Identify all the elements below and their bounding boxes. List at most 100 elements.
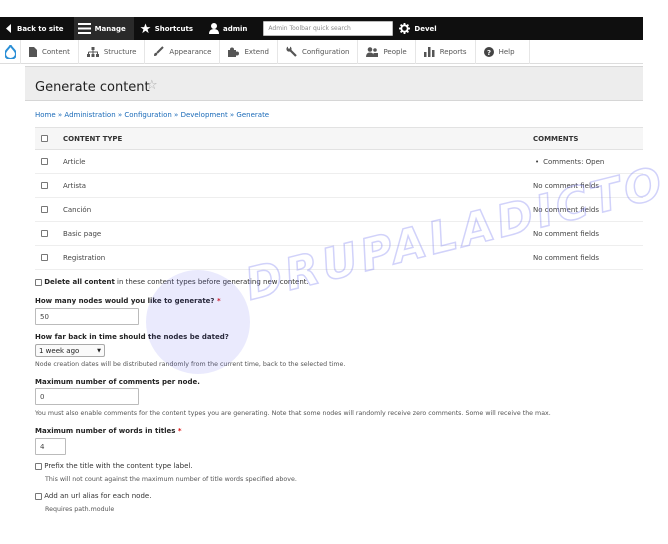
row-checkbox[interactable] <box>41 230 48 237</box>
table-row: Canción No comment fields <box>35 197 643 222</box>
tray-label: Reports <box>439 47 467 56</box>
table-header-row: CONTENT TYPE COMMENTS <box>35 127 643 150</box>
tray-label: Appearance <box>169 47 212 56</box>
tray-label: Extend <box>244 47 269 56</box>
user-label: admin <box>223 24 248 33</box>
row-checkbox[interactable] <box>41 254 48 261</box>
content-type-header: CONTENT TYPE <box>63 127 533 150</box>
content-type-cell: Registration <box>63 245 533 270</box>
prefix-row: Prefix the title with the content type l… <box>35 462 193 470</box>
tray-item-configuration[interactable]: Configuration <box>276 39 357 64</box>
row-checkbox-cell <box>35 149 63 174</box>
tray-item-reports[interactable]: Reports <box>414 39 475 64</box>
brush-icon <box>153 46 165 57</box>
chart-icon <box>423 46 435 57</box>
table-row: Artista No comment fields <box>35 173 643 198</box>
select-all-checkbox[interactable] <box>41 135 48 142</box>
alias-description: Requires path.module <box>45 506 115 513</box>
help-icon: ? <box>483 46 494 57</box>
prefix-description: This will not count against the maximum … <box>45 476 297 483</box>
star-icon <box>140 23 151 34</box>
tray-item-content[interactable]: Content <box>20 39 78 64</box>
drupal-logo-icon[interactable] <box>0 40 20 64</box>
row-checkbox-cell <box>35 173 63 198</box>
table-row: Article • Comments: Open <box>35 149 643 174</box>
shortcuts-tab[interactable]: Shortcuts <box>140 17 199 40</box>
alias-label: Add an url alias for each node. <box>44 492 152 500</box>
user-icon <box>209 23 219 34</box>
comments-description: You must also enable comments for the co… <box>35 410 551 417</box>
nodes-label-text: How many nodes would you like to generat… <box>35 297 215 305</box>
shortcut-star-icon[interactable]: ☆ <box>146 78 158 93</box>
tray-label: Structure <box>103 47 137 56</box>
tray-label: People <box>383 47 407 56</box>
row-checkbox[interactable] <box>41 206 48 213</box>
breadcrumb[interactable]: Home » Administration » Configuration » … <box>35 111 269 119</box>
shortcuts-label: Shortcuts <box>154 24 193 33</box>
tray-item-appearance[interactable]: Appearance <box>144 39 219 64</box>
time-description: Node creation dates will be distributed … <box>35 361 346 368</box>
wrench-icon <box>286 46 297 57</box>
hamburger-icon <box>77 23 91 34</box>
delete-all-label-rest: in these content types before generating… <box>114 278 309 286</box>
tray-item-help[interactable]: ? Help <box>474 39 530 64</box>
page-title: Generate content <box>35 80 150 95</box>
back-to-site-label: Back to site <box>17 24 64 33</box>
devel-tab[interactable]: Devel <box>399 17 442 40</box>
row-checkbox-cell <box>35 197 63 222</box>
words-input[interactable]: 4 <box>35 438 66 455</box>
list-bullet: • <box>535 157 540 166</box>
people-icon <box>366 46 379 57</box>
comments-label: Maximum number of comments per node. <box>35 378 200 386</box>
prefix-checkbox[interactable] <box>35 462 42 470</box>
prefix-label: Prefix the title with the content type l… <box>44 462 193 470</box>
back-to-site-link[interactable]: Back to site <box>6 17 70 40</box>
comments-input[interactable]: 0 <box>35 388 139 405</box>
structure-icon <box>86 46 99 57</box>
row-checkbox-cell <box>35 245 63 270</box>
user-tab[interactable]: admin <box>209 17 253 40</box>
delete-all-label-bold: Delete all content <box>44 278 115 286</box>
tray-item-extend[interactable]: Extend <box>219 39 277 64</box>
manage-tray: Content Structure Appearance Extend Conf… <box>0 39 643 64</box>
comments-header: COMMENTS <box>533 127 643 150</box>
content-type-cell: Basic page <box>63 221 533 246</box>
time-select-value: 1 week ago <box>39 346 80 355</box>
comments-cell: No comment fields <box>533 221 643 246</box>
required-marker: * <box>177 427 182 435</box>
delete-all-checkbox[interactable] <box>35 278 42 286</box>
words-label: Maximum number of words in titles * <box>35 427 182 435</box>
gear-icon <box>399 23 411 34</box>
comments-value: Comments: Open <box>543 157 605 166</box>
row-checkbox[interactable] <box>41 158 48 165</box>
toolbar-search-input[interactable]: Admin Toolbar quick search <box>263 21 394 36</box>
tray-item-structure[interactable]: Structure <box>77 39 145 64</box>
dropdown-arrow-icon: ▼ <box>97 347 101 354</box>
page: Back to site Manage Shortcuts admin Admi… <box>0 0 668 544</box>
table-row: Registration No comment fields <box>35 245 643 270</box>
row-checkbox[interactable] <box>41 182 48 189</box>
file-icon <box>29 46 37 57</box>
manage-label: Manage <box>94 24 126 33</box>
page-header: Generate content ☆ <box>25 66 643 101</box>
required-marker: * <box>216 297 221 305</box>
time-label: How far back in time should the nodes be… <box>35 333 229 341</box>
alias-row: Add an url alias for each node. <box>35 492 151 500</box>
chevron-left-icon <box>6 24 13 33</box>
comments-cell: No comment fields <box>533 173 643 198</box>
tray-item-people[interactable]: People <box>357 39 414 64</box>
comments-cell: • Comments: Open <box>533 149 643 174</box>
tray-label: Help <box>498 47 515 56</box>
time-select[interactable]: 1 week ago ▼ <box>35 344 105 357</box>
puzzle-icon <box>228 47 240 57</box>
nodes-input[interactable]: 50 <box>35 308 139 325</box>
manage-tab[interactable]: Manage <box>73 17 134 40</box>
content-types-table: CONTENT TYPE COMMENTS Article • Comments:… <box>35 127 643 270</box>
select-all-cell <box>35 127 63 150</box>
admin-toolbar: Back to site Manage Shortcuts admin Admi… <box>0 17 643 40</box>
alias-checkbox[interactable] <box>35 492 42 500</box>
toolbar-search-placeholder: Admin Toolbar quick search <box>268 25 351 32</box>
nodes-label: How many nodes would you like to generat… <box>35 297 221 305</box>
content-type-cell: Artista <box>63 173 533 198</box>
tray-label: Content <box>42 47 70 56</box>
